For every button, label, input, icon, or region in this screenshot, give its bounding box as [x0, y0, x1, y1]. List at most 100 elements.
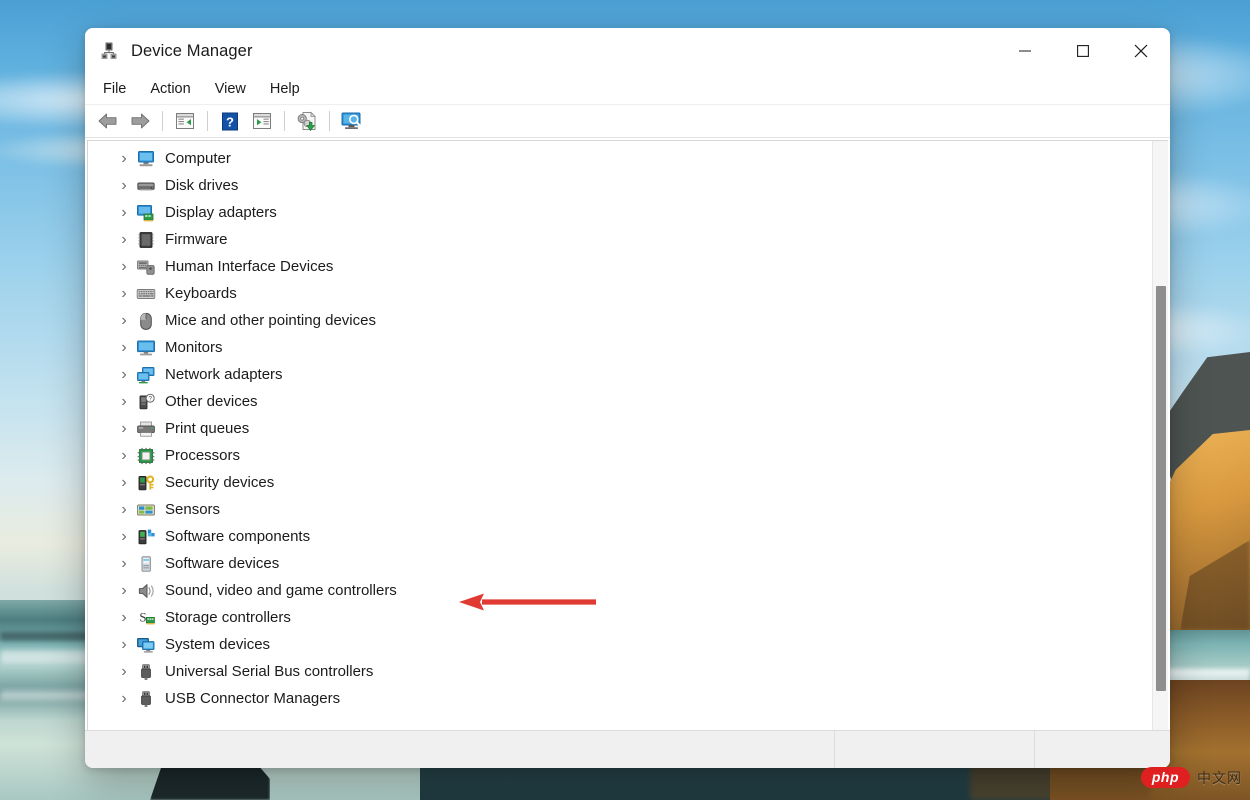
tree-row[interactable]: ›Mice and other pointing devices	[88, 307, 1152, 334]
toolbar: ?	[85, 104, 1170, 138]
tree-row-label: Human Interface Devices	[165, 258, 333, 275]
other-device-icon: ?	[136, 393, 156, 411]
chevron-right-icon[interactable]: ›	[116, 609, 132, 627]
vertical-scrollbar-thumb[interactable]	[1156, 286, 1166, 691]
tree-row-label: Sensors	[165, 501, 220, 518]
properties-icon	[252, 112, 272, 130]
chevron-right-icon[interactable]: ›	[116, 420, 132, 438]
minimize-button[interactable]	[996, 28, 1054, 74]
tree-row[interactable]: ›Computer	[88, 145, 1152, 172]
chevron-right-icon[interactable]: ›	[116, 231, 132, 249]
tree-row[interactable]: ›SStorage controllers	[88, 604, 1152, 631]
storage-controller-icon: S	[136, 609, 156, 627]
chevron-right-icon[interactable]: ›	[116, 177, 132, 195]
tree-row-label: System devices	[165, 636, 270, 653]
title-bar: Device Manager	[85, 28, 1170, 74]
tree-row[interactable]: ›Software devices	[88, 550, 1152, 577]
tree-row[interactable]: › Print queues	[88, 415, 1152, 442]
tree-row[interactable]: ›?Other devices	[88, 388, 1152, 415]
menu-view[interactable]: View	[203, 78, 258, 100]
menu-action[interactable]: Action	[138, 78, 202, 100]
forward-arrow-icon	[129, 112, 151, 130]
keyboard-icon	[136, 285, 156, 303]
status-bar	[85, 730, 1170, 768]
tree-row-label: Processors	[165, 447, 240, 464]
chevron-right-icon[interactable]: ›	[116, 690, 132, 708]
usb-icon	[136, 663, 156, 681]
processor-icon	[136, 447, 156, 465]
computer-icon	[136, 150, 156, 168]
window-title: Device Manager	[131, 42, 253, 61]
minimize-icon	[1018, 44, 1032, 58]
forward-button[interactable]	[125, 107, 155, 135]
tree-row-label: Display adapters	[165, 204, 277, 221]
tree-row[interactable]: › Universal Serial Bus controllers	[88, 658, 1152, 685]
tree-row-label: Network adapters	[165, 366, 283, 383]
show-hide-console-tree-button[interactable]	[170, 107, 200, 135]
tree-row[interactable]: › USB Connector Managers	[88, 685, 1152, 712]
chevron-right-icon[interactable]: ›	[116, 204, 132, 222]
tree-row-label: USB Connector Managers	[165, 690, 340, 707]
tree-row[interactable]: › Disk drives	[88, 172, 1152, 199]
tree-row[interactable]: › Network adapters	[88, 361, 1152, 388]
tree-row-label: Disk drives	[165, 177, 238, 194]
tree-row[interactable]: › Monitors	[88, 334, 1152, 361]
scan-hardware-icon	[340, 111, 364, 131]
tree-row[interactable]: ›Sound, video and game controllers	[88, 577, 1152, 604]
chevron-right-icon[interactable]: ›	[116, 663, 132, 681]
update-driver-button[interactable]	[292, 107, 322, 135]
disk-drive-icon	[136, 177, 156, 195]
chevron-right-icon[interactable]: ›	[116, 366, 132, 384]
chevron-right-icon[interactable]: ›	[116, 258, 132, 276]
scan-hardware-changes-button[interactable]	[337, 107, 367, 135]
chevron-right-icon[interactable]: ›	[116, 339, 132, 357]
content-area: ›Computer›Disk drives›Display adapters›F…	[85, 138, 1170, 730]
system-device-icon	[136, 636, 156, 654]
chevron-right-icon[interactable]: ›	[116, 582, 132, 600]
tree-row-label: Universal Serial Bus controllers	[165, 663, 373, 680]
security-device-icon	[136, 474, 156, 492]
chevron-right-icon[interactable]: ›	[116, 555, 132, 573]
chevron-right-icon[interactable]: ›	[116, 393, 132, 411]
device-tree-list: ›Computer›Disk drives›Display adapters›F…	[88, 141, 1152, 712]
tree-row[interactable]: ›Firmware	[88, 226, 1152, 253]
network-adapter-icon	[136, 366, 156, 384]
chevron-right-icon[interactable]: ›	[116, 528, 132, 546]
device-tree-pane[interactable]: ›Computer›Disk drives›Display adapters›F…	[87, 140, 1152, 730]
menu-help[interactable]: Help	[258, 78, 312, 100]
chevron-right-icon[interactable]: ›	[116, 501, 132, 519]
chevron-right-icon[interactable]: ›	[116, 150, 132, 168]
chevron-right-icon[interactable]: ›	[116, 447, 132, 465]
close-icon	[1133, 43, 1149, 59]
watermark: php 中文网	[1141, 767, 1242, 788]
tree-row[interactable]: ›Security devices	[88, 469, 1152, 496]
maximize-icon	[1076, 44, 1090, 58]
tree-row-label: Print queues	[165, 420, 249, 437]
tree-row[interactable]: › System devices	[88, 631, 1152, 658]
status-pane-main	[85, 731, 835, 768]
maximize-button[interactable]	[1054, 28, 1112, 74]
tree-row[interactable]: › Software components	[88, 523, 1152, 550]
close-button[interactable]	[1112, 28, 1170, 74]
tree-row[interactable]: › Sensors	[88, 496, 1152, 523]
display-adapter-icon	[136, 204, 156, 222]
properties-button[interactable]	[247, 107, 277, 135]
tree-row[interactable]: › Human Interface Devices	[88, 253, 1152, 280]
back-button[interactable]	[93, 107, 123, 135]
chevron-right-icon[interactable]: ›	[116, 312, 132, 330]
vertical-scrollbar[interactable]	[1152, 140, 1168, 730]
toolbar-separator	[207, 111, 208, 131]
help-button[interactable]: ?	[215, 107, 245, 135]
tree-row[interactable]: ›Keyboards	[88, 280, 1152, 307]
tree-row[interactable]: › Processors	[88, 442, 1152, 469]
tree-row-label: Monitors	[165, 339, 223, 356]
menu-file[interactable]: File	[91, 78, 138, 100]
help-question-icon: ?	[221, 112, 239, 131]
tree-row-label: Software components	[165, 528, 310, 545]
tree-row[interactable]: › Display adapters	[88, 199, 1152, 226]
chevron-right-icon[interactable]: ›	[116, 474, 132, 492]
chevron-right-icon[interactable]: ›	[116, 285, 132, 303]
firmware-icon	[136, 231, 156, 249]
chevron-right-icon[interactable]: ›	[116, 636, 132, 654]
mouse-icon	[136, 312, 156, 330]
